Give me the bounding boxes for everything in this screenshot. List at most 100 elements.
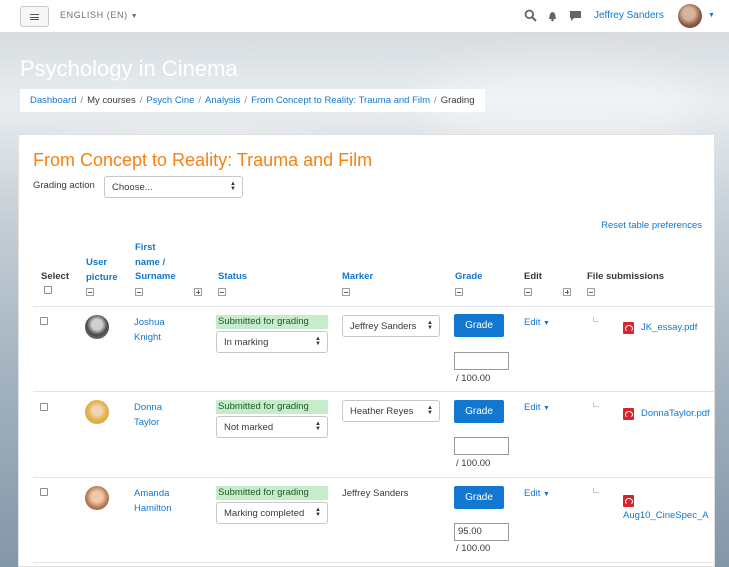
avatar[interactable] xyxy=(678,4,702,28)
status-badge: Submitted for grading xyxy=(216,400,328,414)
row-select-checkbox[interactable] xyxy=(40,488,48,496)
grade-max: / 100.00 xyxy=(456,543,491,554)
breadcrumb: Dashboard / My courses / Psych Cine / Analy… xyxy=(20,89,485,112)
collapse-column-icon[interactable] xyxy=(455,288,463,296)
user-name-link[interactable]: Joshua Knight xyxy=(134,315,165,345)
marker-name: Jeffrey Sanders xyxy=(342,488,409,499)
workflow-state-select[interactable]: Not marked ▲ ▼ xyxy=(216,416,328,438)
top-navbar: ENGLISH (EN) ▼ Jeffrey Sanders ▼ xyxy=(0,0,729,33)
marker-select[interactable]: Jeffrey Sanders ▲ ▼ xyxy=(342,315,440,337)
breadcrumb-separator: / xyxy=(198,95,202,106)
column-header-user-picture[interactable]: User picture xyxy=(86,256,118,285)
select-arrows-icon: ▲ ▼ xyxy=(315,421,321,432)
column-header-grade[interactable]: Grade xyxy=(455,270,482,285)
workflow-state-value: Not marked xyxy=(224,421,274,433)
edit-menu[interactable]: Edit ▼ xyxy=(524,488,550,499)
workflow-state-select[interactable]: In marking ▲ ▼ xyxy=(216,331,328,353)
breadcrumb-course[interactable]: Psych Cine xyxy=(146,95,194,106)
messages-icon[interactable] xyxy=(569,9,582,22)
edit-menu[interactable]: Edit ▼ xyxy=(524,402,550,413)
grade-max: / 100.00 xyxy=(456,458,491,469)
grade-button[interactable]: Grade xyxy=(454,400,504,423)
column-header-name[interactable]: First name / Surname xyxy=(135,241,176,285)
user-picture[interactable] xyxy=(85,486,109,510)
column-header-text: Surname xyxy=(135,271,176,282)
expand-column-icon[interactable] xyxy=(194,288,202,296)
status-badge: Submitted for grading xyxy=(216,315,328,329)
chevron-down-icon: ▼ xyxy=(543,405,550,412)
user-menu-name[interactable]: Jeffrey Sanders xyxy=(594,10,664,21)
edit-label: Edit xyxy=(524,488,541,499)
grade-input[interactable]: 95.00 xyxy=(454,523,509,541)
column-header-edit: Edit xyxy=(524,271,542,282)
grade-button[interactable]: Grade xyxy=(454,314,504,337)
breadcrumb-dashboard[interactable]: Dashboard xyxy=(30,95,76,106)
collapse-column-icon[interactable] xyxy=(524,288,532,296)
chevron-down-icon: ▼ xyxy=(543,491,550,498)
select-arrows-icon: ▲ ▼ xyxy=(315,507,321,518)
notifications-icon[interactable] xyxy=(546,9,559,22)
breadcrumb-section[interactable]: Analysis xyxy=(205,95,240,106)
collapse-column-icon[interactable] xyxy=(218,288,226,296)
workflow-state-select[interactable]: Marking completed ▲ ▼ xyxy=(216,502,328,524)
hamburger-icon xyxy=(30,13,39,20)
marker-select[interactable]: Heather Reyes ▲ ▼ xyxy=(342,400,440,422)
language-menu[interactable]: ENGLISH (EN) ▼ xyxy=(60,10,138,20)
chevron-down-icon[interactable]: ▼ xyxy=(708,12,715,19)
pdf-file-icon xyxy=(623,495,634,507)
column-header-text: First xyxy=(135,242,156,253)
user-picture[interactable] xyxy=(85,400,109,424)
file-submission-link[interactable]: JK_essay.pdf xyxy=(641,322,697,333)
row-select-checkbox[interactable] xyxy=(40,317,48,325)
first-name: Amanda xyxy=(134,488,170,499)
grade-input[interactable] xyxy=(454,437,509,455)
column-header-status[interactable]: Status xyxy=(218,270,247,285)
breadcrumb-separator: / xyxy=(139,95,143,106)
tree-connector-icon xyxy=(593,317,599,322)
column-header-text: picture xyxy=(86,271,118,283)
table-divider xyxy=(33,562,714,563)
select-all-checkbox[interactable] xyxy=(44,286,52,294)
grading-action-label: Grading action xyxy=(33,180,95,191)
grade-button[interactable]: Grade xyxy=(454,486,504,509)
menu-toggle-button[interactable] xyxy=(20,6,49,27)
collapse-column-icon[interactable] xyxy=(86,288,94,296)
column-header-select: Select xyxy=(41,271,69,282)
main-content-panel: From Concept to Reality: Trauma and Film… xyxy=(18,134,715,567)
grade-input[interactable] xyxy=(454,352,509,370)
column-header-text: User xyxy=(86,257,108,268)
column-header-marker[interactable]: Marker xyxy=(342,270,373,285)
edit-menu[interactable]: Edit ▼ xyxy=(524,317,550,328)
course-title: Psychology in Cinema xyxy=(20,56,238,81)
grade-max: / 100.00 xyxy=(456,373,491,384)
collapse-column-icon[interactable] xyxy=(135,288,143,296)
breadcrumb-separator: / xyxy=(80,95,84,106)
reset-table-preferences-link[interactable]: Reset table preferences xyxy=(601,220,702,231)
file-submission-link[interactable]: Aug10_CineSpec_A xyxy=(623,510,709,521)
breadcrumb-assignment[interactable]: From Concept to Reality: Trauma and Film xyxy=(251,95,430,106)
grading-action-select[interactable]: Choose... ▲ ▼ xyxy=(104,176,243,198)
page-title: From Concept to Reality: Trauma and Film xyxy=(33,150,373,170)
column-header-file-submissions: File submissions xyxy=(587,271,665,282)
select-arrows-icon: ▲ ▼ xyxy=(315,336,321,347)
grading-action-value: Choose... xyxy=(112,181,153,193)
user-name-link[interactable]: Donna Taylor xyxy=(134,400,162,430)
user-picture[interactable] xyxy=(85,315,109,339)
row-select-checkbox[interactable] xyxy=(40,403,48,411)
table-divider xyxy=(33,391,714,392)
expand-column-icon[interactable] xyxy=(563,288,571,296)
chevron-down-icon: ▼ xyxy=(130,13,139,20)
chevron-down-icon: ▼ xyxy=(543,320,550,327)
search-icon[interactable] xyxy=(524,9,537,22)
file-submission-link[interactable]: DonnaTaylor.pdf xyxy=(641,408,710,419)
collapse-column-icon[interactable] xyxy=(342,288,350,296)
collapse-column-icon[interactable] xyxy=(587,288,595,296)
table-divider xyxy=(33,306,714,307)
breadcrumb-my-courses: My courses xyxy=(87,95,136,106)
user-name-link[interactable]: Amanda Hamilton xyxy=(134,486,172,516)
tree-connector-icon xyxy=(593,488,599,493)
marker-value: Heather Reyes xyxy=(350,405,414,417)
workflow-state-value: Marking completed xyxy=(224,507,305,519)
pdf-file-icon xyxy=(623,322,634,334)
breadcrumb-separator: / xyxy=(434,95,437,106)
